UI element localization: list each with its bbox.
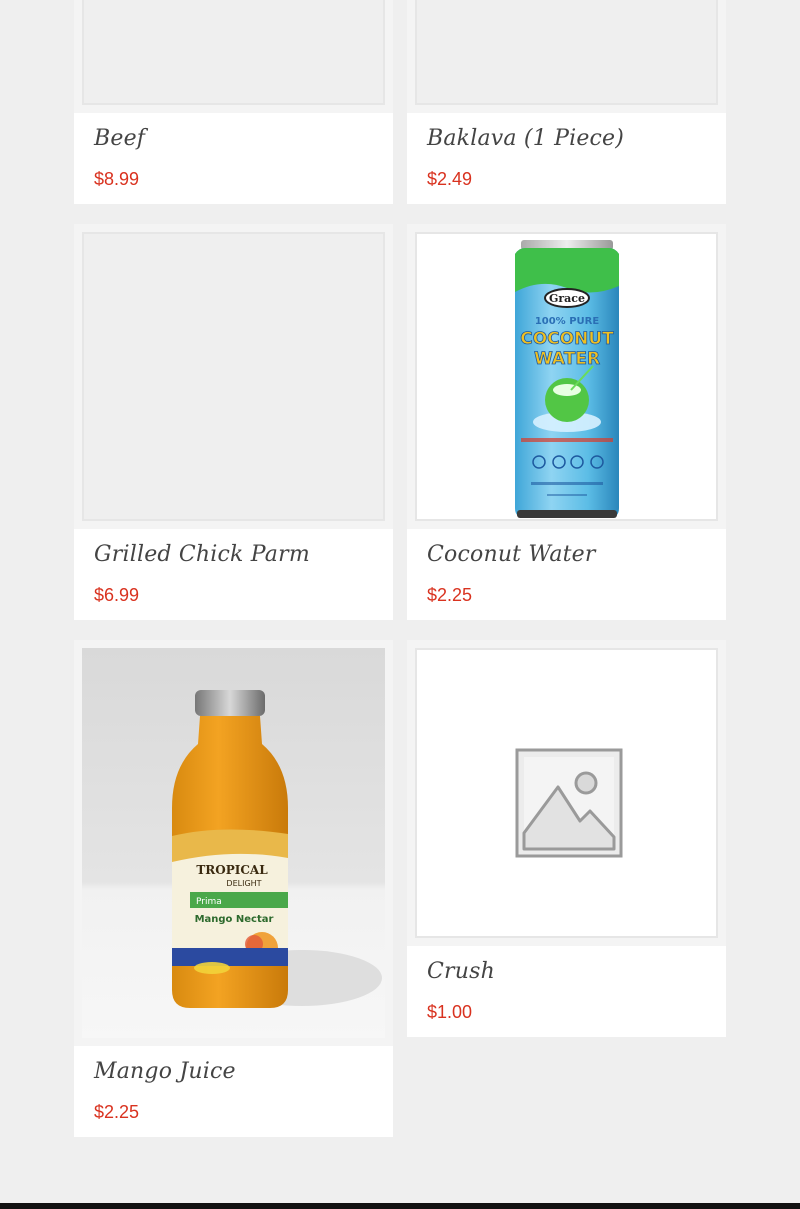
- product-price: $8.99: [94, 169, 140, 189]
- product-image[interactable]: [407, 640, 726, 946]
- product-title[interactable]: Grilled Chick Parm: [94, 542, 310, 567]
- coconut-water-can-image: Grace 100% PURE COCONUT WATER: [514, 240, 619, 518]
- footer-bar: [0, 1203, 800, 1209]
- svg-text:Grace: Grace: [548, 292, 584, 305]
- product-title[interactable]: Mango Juice: [94, 1059, 236, 1084]
- product-price: $2.49: [427, 169, 473, 189]
- product-title[interactable]: Crush: [427, 959, 495, 984]
- product-image[interactable]: [74, 224, 393, 529]
- svg-text:Prima: Prima: [196, 897, 222, 907]
- product-price: $2.25: [94, 1102, 140, 1122]
- product-image[interactable]: TROPICAL DELIGHT Prima Mango Nectar: [74, 640, 393, 1046]
- product-card[interactable]: TROPICAL DELIGHT Prima Mango Nectar Mang…: [74, 640, 393, 1137]
- product-card[interactable]: Beef $8.99: [74, 0, 393, 204]
- product-card[interactable]: Grilled Chick Parm $6.99: [74, 224, 393, 620]
- product-title[interactable]: Baklava (1 Piece): [427, 126, 624, 151]
- product-image[interactable]: Grace 100% PURE COCONUT WATER: [407, 224, 726, 529]
- product-image[interactable]: [74, 0, 393, 113]
- mango-juice-bottle-image: TROPICAL DELIGHT Prima Mango Nectar: [172, 690, 382, 1008]
- svg-text:TROPICAL: TROPICAL: [196, 863, 268, 877]
- svg-text:Mango Nectar: Mango Nectar: [195, 914, 274, 925]
- svg-text:COCONUT: COCONUT: [520, 329, 614, 349]
- svg-text:DELIGHT: DELIGHT: [226, 879, 261, 888]
- product-card[interactable]: Crush $1.00: [407, 640, 726, 1037]
- product-title[interactable]: Beef: [94, 126, 145, 151]
- product-price: $6.99: [94, 585, 140, 605]
- product-price: $2.25: [427, 585, 473, 605]
- product-price: $1.00: [427, 1002, 473, 1022]
- product-card[interactable]: Baklava (1 Piece) $2.49: [407, 0, 726, 204]
- product-card[interactable]: Grace 100% PURE COCONUT WATER Coconut Wa…: [407, 224, 726, 620]
- svg-text:100% PURE: 100% PURE: [534, 316, 599, 327]
- svg-text:WATER: WATER: [533, 349, 599, 369]
- image-placeholder-icon: [515, 748, 623, 858]
- product-title[interactable]: Coconut Water: [427, 542, 596, 567]
- product-image[interactable]: [407, 0, 726, 113]
